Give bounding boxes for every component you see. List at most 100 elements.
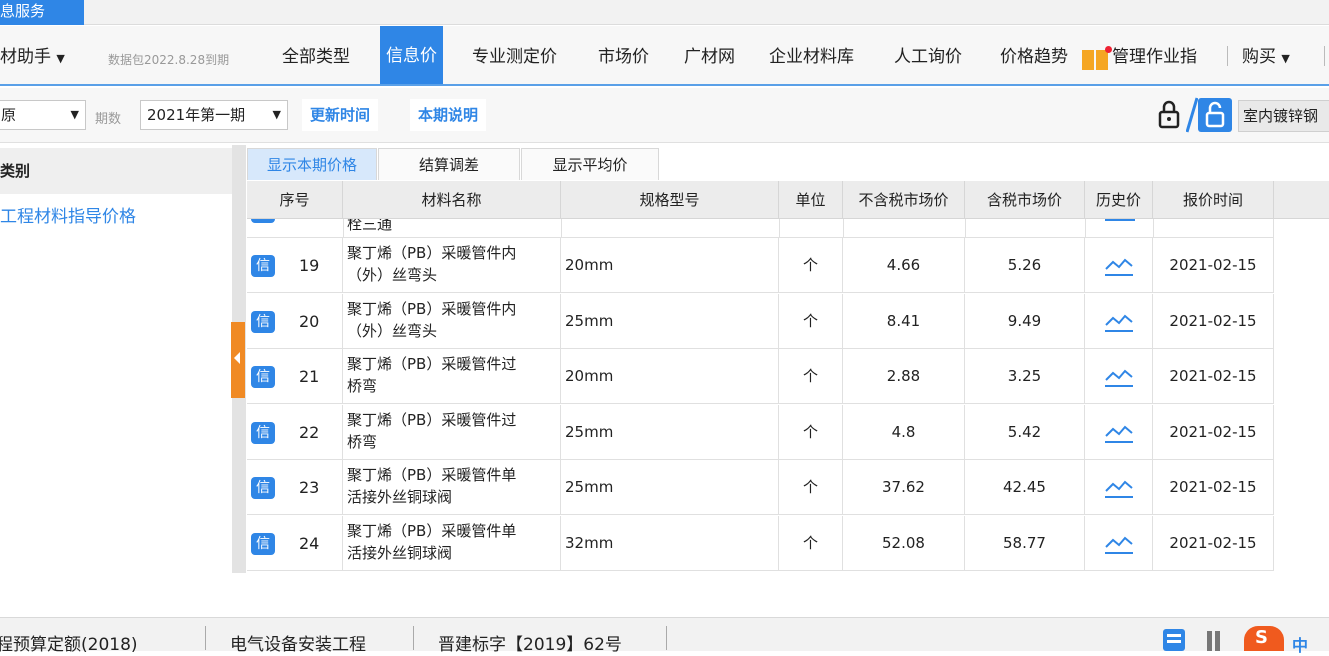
top-strip	[0, 0, 1329, 25]
status-discipline[interactable]: 电气设备安装工程	[230, 630, 366, 655]
status-divider	[205, 626, 206, 650]
lock-icon[interactable]	[1154, 98, 1184, 132]
seq-number: 20	[299, 311, 320, 331]
material-name: 聚丁烯（PB）采暖管件单 活接外丝铜球阀	[343, 460, 561, 515]
material-tag[interactable]: 室内镀锌钢	[1238, 100, 1329, 132]
spec: 25mm	[561, 293, 779, 349]
period-value: 2021年第一期	[147, 106, 246, 124]
table-row-partial[interactable]: 栓三通	[247, 219, 1274, 238]
history-cell	[1085, 293, 1153, 349]
menu-all-types[interactable]: 全部类型	[282, 44, 350, 70]
material-name-line2: 活接外丝铜球阀	[347, 488, 453, 506]
category-item-material-guide[interactable]: 工程材料指导价格	[0, 202, 136, 232]
unit: 个	[779, 349, 843, 404]
info-badge-icon[interactable]: 信	[251, 310, 275, 333]
info-badge-icon[interactable]: 信	[251, 255, 275, 277]
period-select[interactable]: 2021年第一期 ▼	[140, 100, 288, 130]
spec: 20mm	[561, 349, 779, 404]
region-value: 原	[1, 106, 17, 124]
unlock-icon[interactable]	[1198, 98, 1232, 132]
trend-chart-icon[interactable]	[1104, 366, 1134, 388]
trend-chart-icon[interactable]	[1104, 422, 1134, 444]
col-history[interactable]: 历史价	[1085, 181, 1153, 219]
col-name[interactable]: 材料名称	[343, 181, 561, 219]
quote-date: 2021-02-15	[1153, 349, 1274, 404]
list-view-icon[interactable]	[1163, 629, 1185, 651]
table-row[interactable]: 信 22 聚丁烯（PB）采暖管件过 桥弯 25mm 个 4.8 5.42 2021-02-15	[247, 404, 1274, 460]
info-badge-icon[interactable]: 信	[251, 477, 275, 499]
tab-settlement-adjust[interactable]: 结算调差	[378, 148, 520, 180]
chevron-down-icon: ▼	[56, 52, 65, 65]
price-tax: 42.45	[965, 460, 1085, 515]
material-name: 聚丁烯（PB）采暖管件单 活接外丝铜球阀	[343, 515, 561, 571]
service-tab[interactable]: 息服务	[0, 0, 84, 25]
seq-number: 22	[299, 422, 320, 442]
unit: 个	[779, 404, 843, 460]
sogou-ime-icon[interactable]: S	[1244, 626, 1284, 651]
table-row[interactable]: 信 23 聚丁烯（PB）采暖管件单 活接外丝铜球阀 25mm 个 37.62 42.45 202…	[247, 460, 1274, 515]
column-view-icon[interactable]	[1205, 631, 1223, 651]
col-price-tax[interactable]: 含税市场价	[965, 181, 1085, 219]
price-ex-tax: 52.08	[843, 515, 965, 571]
history-cell	[1085, 460, 1153, 515]
trend-chart-icon[interactable]	[1104, 533, 1134, 555]
material-name-line1: 聚丁烯（PB）采暖管件内	[347, 299, 517, 318]
trend-chart-icon[interactable]	[1104, 255, 1134, 277]
trend-chart-icon[interactable]	[1104, 311, 1134, 333]
data-pack-expiry: 数据包2022.8.28到期	[108, 53, 230, 67]
ime-mode[interactable]: 中	[1292, 632, 1308, 656]
price-tax: 58.77	[965, 515, 1085, 571]
table-row[interactable]: 信 21 聚丁烯（PB）采暖管件过 桥弯 20mm 个 2.88 3.25 2021-02-15	[247, 349, 1274, 404]
menu-manage-guide[interactable]: 管理作业指	[1112, 44, 1208, 70]
tab-current-price[interactable]: 显示本期价格	[247, 148, 377, 180]
status-document[interactable]: 晋建标字【2019】62号	[438, 630, 622, 655]
status-quota[interactable]: 程预算定额(2018)	[0, 630, 138, 655]
material-name-line1: 聚丁烯（PB）采暖管件单	[347, 521, 517, 540]
info-badge-icon	[251, 219, 275, 223]
material-name: 聚丁烯（PB）采暖管件过 桥弯	[343, 404, 561, 460]
price-ex-tax: 4.66	[843, 238, 965, 293]
buy-menu[interactable]: 购买 ▼	[1242, 44, 1290, 70]
menu-guangcai-net[interactable]: 广材网	[684, 44, 735, 70]
tab-average-price[interactable]: 显示平均价	[521, 148, 659, 180]
col-quote-date[interactable]: 报价时间	[1153, 181, 1274, 219]
menu-enterprise-library[interactable]: 企业材料库	[769, 44, 854, 70]
menu-market-price[interactable]: 市场价	[598, 44, 649, 70]
region-select[interactable]: 原 ▼	[0, 100, 86, 130]
info-badge-icon[interactable]: 信	[251, 421, 275, 444]
menu-labor-inquiry[interactable]: 人工询价	[894, 44, 962, 70]
update-time-button[interactable]: 更新时间	[302, 99, 379, 131]
trend-icon[interactable]	[1105, 219, 1135, 221]
blank-area	[0, 573, 1329, 617]
menu-info-price[interactable]: 信息价	[380, 26, 443, 84]
history-cell	[1085, 515, 1153, 571]
category-header: 类别	[0, 148, 232, 194]
col-unit[interactable]: 单位	[779, 181, 843, 219]
menu-price-trend[interactable]: 价格趋势	[1000, 44, 1080, 70]
price-tax: 9.49	[965, 293, 1085, 349]
assistant-menu[interactable]: 材助手 ▼	[0, 44, 65, 70]
spec: 20mm	[561, 238, 779, 293]
lock-divider-slash	[1185, 96, 1199, 134]
seq-number: 23	[299, 478, 320, 497]
table-row[interactable]: 信 19 聚丁烯（PB）采暖管件内 （外）丝弯头 20mm 个 4.66 5.26 2021-0…	[247, 238, 1274, 293]
seq-number: 19	[299, 256, 320, 275]
material-name-line1: 聚丁烯（PB）采暖管件过	[347, 410, 517, 429]
collapse-panel-button[interactable]	[231, 322, 245, 398]
price-ex-tax: 37.62	[843, 460, 965, 515]
col-seq[interactable]: 序号	[247, 181, 343, 219]
trend-chart-icon[interactable]	[1104, 477, 1134, 499]
col-price-ex-tax[interactable]: 不含税市场价	[843, 181, 965, 219]
table-row[interactable]: 信 20 聚丁烯（PB）采暖管件内 （外）丝弯头 25mm 个 8.41 9.49 2021-0…	[247, 293, 1274, 349]
chevron-down-icon: ▼	[1281, 52, 1290, 65]
col-spec[interactable]: 规格型号	[561, 181, 779, 219]
period-description-button[interactable]: 本期说明	[410, 99, 487, 131]
info-badge-icon[interactable]: 信	[251, 366, 275, 388]
menu-professional-price[interactable]: 专业测定价	[472, 44, 557, 70]
seq-cell: 信 19	[247, 238, 343, 293]
info-badge-icon[interactable]: 信	[251, 532, 275, 555]
price-tax: 5.42	[965, 404, 1085, 460]
book-icon[interactable]	[1082, 46, 1112, 70]
status-divider	[666, 626, 667, 650]
table-row[interactable]: 信 24 聚丁烯（PB）采暖管件单 活接外丝铜球阀 32mm 个 52.08 58.77 202…	[247, 515, 1274, 571]
